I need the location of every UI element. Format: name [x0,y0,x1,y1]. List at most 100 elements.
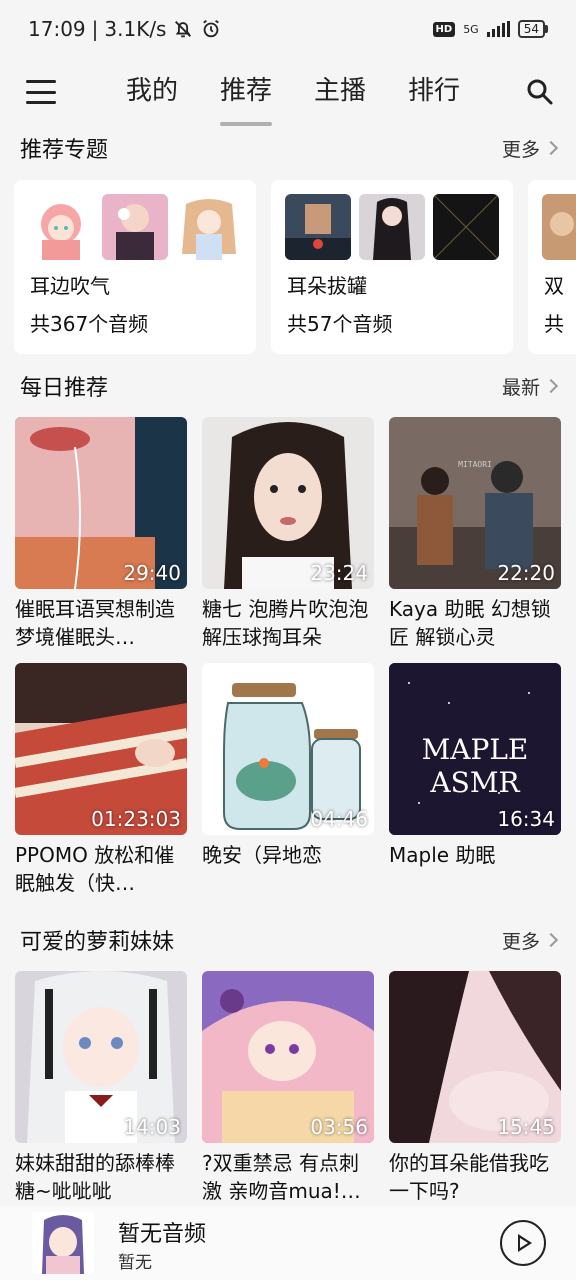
video-duration: 22:20 [497,561,555,585]
video-thumbnail: 04:46 [202,663,374,835]
topic-name: 双 [544,274,564,298]
chevron-right-icon [543,378,559,394]
video-thumbnail: MITAORI 22:20 [389,417,561,589]
video-thumbnail: MAPLE ASMR 16:34 [389,663,561,835]
topic-name: 耳朵拔罐 [287,274,367,298]
topic-thumbs [285,194,499,260]
play-icon [518,1234,532,1252]
video-card[interactable]: 23:24 糖七 泡腾片吹泡泡解压球掏耳朵 [202,417,374,651]
section-title-loli: 可爱的萝莉妹妹 [20,930,175,955]
video-title: Kaya 助眠 幻想锁匠 解锁心灵 [389,597,551,649]
mini-player[interactable]: 暂无音频 暂无 [0,1206,576,1280]
hd-badge: HD [432,21,456,37]
tab-ranking[interactable]: 排行 [387,58,481,128]
topic-thumb-image [28,194,94,260]
search-icon[interactable] [526,78,554,106]
video-card[interactable]: 29:40 催眠耳语冥想制造梦境催眠头… [15,417,187,651]
video-duration: 23:24 [310,561,368,585]
tab-anchor[interactable]: 主播 [293,58,387,128]
menu-icon[interactable] [26,80,56,104]
status-time: 17:09 [28,17,86,41]
video-thumbnail: 29:40 [15,417,187,589]
more-label: 更多 [501,930,540,953]
video-title: 糖七 泡腾片吹泡泡解压球掏耳朵 [202,597,369,649]
video-duration: 04:46 [310,807,368,831]
status-speed: 3.1K/s [104,17,167,41]
topic-card[interactable]: 耳朵拔罐 共57个音频 [271,180,513,354]
loli-more-button[interactable]: 更多 [501,927,559,954]
topics-carousel[interactable]: 耳边吹气 共367个音频 耳朵拔罐 共57个音频 双 共 [14,180,576,354]
topic-card[interactable]: 双 共 [528,180,576,354]
video-duration: 15:45 [497,1115,555,1139]
alarm-icon [203,19,220,38]
topic-thumb-image [102,194,168,260]
topic-card[interactable]: 耳边吹气 共367个音频 [14,180,256,354]
loli-header: 可爱的萝莉妹妹 更多 [0,920,576,960]
topic-thumb-image [433,194,499,260]
video-thumbnail: 03:56 [202,971,374,1143]
topic-count: 共57个音频 [287,312,393,336]
topic-thumb-image [285,194,351,260]
chevron-right-icon [543,932,559,948]
player-title: 暂无音频 [118,1222,207,1247]
topic-thumb-image [176,194,242,260]
maple-logo-text: MAPLE ASMR [421,733,529,799]
signal-icon [486,21,510,37]
daily-latest-button[interactable]: 最新 [501,373,559,400]
video-duration: 14:03 [123,1115,181,1139]
chevron-right-icon [543,140,559,156]
video-thumbnail: 15:45 [389,971,561,1143]
daily-header: 每日推荐 最新 [0,366,576,406]
video-title: 催眠耳语冥想制造梦境催眠头… [15,597,175,649]
status-right: HD 5G 54 [432,20,548,38]
network-type: 5G [463,22,479,36]
video-title: ?双重禁忌 有点刺激 亲吻音mua!… [202,1151,361,1203]
status-divider: | [91,17,99,41]
video-title: 你的耳朵能借我吃一下吗? [389,1151,549,1203]
video-title: PPOMO 放松和催眠触发（快… [15,843,175,895]
video-thumbnail: 23:24 [202,417,374,589]
video-card[interactable]: 04:46 晚安（异地恋 [202,663,374,869]
video-card[interactable]: 03:56 ?双重禁忌 有点刺激 亲吻音mua!… [202,971,374,1205]
video-duration: 16:34 [497,807,555,831]
topic-thumb-image [359,194,425,260]
more-label: 更多 [501,138,540,161]
player-cover-image [32,1212,94,1274]
battery-icon: 54 [517,20,548,38]
topic-count: 共 [544,312,564,336]
section-title-topics: 推荐专题 [20,138,109,163]
video-card[interactable]: 15:45 你的耳朵能借我吃一下吗? [389,971,561,1205]
tab-recommend[interactable]: 推荐 [199,58,293,128]
topic-thumbs [542,194,576,260]
section-title-daily: 每日推荐 [20,376,109,401]
top-nav: 我的 推荐 主播 排行 [0,58,576,128]
status-left: 17:09 | 3.1K/s [28,17,222,41]
topics-more-button[interactable]: 更多 [501,135,559,162]
status-bar: 17:09 | 3.1K/s HD 5G 54 [0,0,576,58]
video-title: 妹妹甜甜的舔棒棒糖~呲呲呲 [15,1151,175,1203]
tab-mine[interactable]: 我的 [105,58,199,128]
topic-count: 共367个音频 [30,312,149,336]
video-thumbnail: 14:03 [15,971,187,1143]
video-card[interactable]: 14:03 妹妹甜甜的舔棒棒糖~呲呲呲 [15,971,187,1205]
video-title: 晚安（异地恋 [202,843,322,867]
video-card[interactable]: 01:23:03 PPOMO 放松和催眠触发（快… [15,663,187,897]
battery-level: 54 [517,20,545,38]
video-duration: 01:23:03 [91,807,181,831]
video-thumbnail: 01:23:03 [15,663,187,835]
player-subtitle: 暂无 [118,1253,152,1273]
video-card[interactable]: MITAORI 22:20 Kaya 助眠 幻想锁匠 解锁心灵 [389,417,561,651]
video-title: Maple 助眠 [389,843,496,867]
video-card[interactable]: MAPLE ASMR 16:34 Maple 助眠 [389,663,561,869]
video-duration: 29:40 [123,561,181,585]
thumb-watermark: MITAORI [458,460,492,469]
latest-label: 最新 [501,376,540,399]
play-button[interactable] [500,1220,546,1266]
topic-thumb-image [542,194,576,260]
topic-name: 耳边吹气 [30,274,110,298]
bell-off-icon [175,21,192,38]
video-duration: 03:56 [310,1115,368,1139]
topics-header: 推荐专题 更多 [0,128,576,168]
nav-tabs: 我的 推荐 主播 排行 [105,58,481,128]
topic-thumbs [28,194,242,260]
